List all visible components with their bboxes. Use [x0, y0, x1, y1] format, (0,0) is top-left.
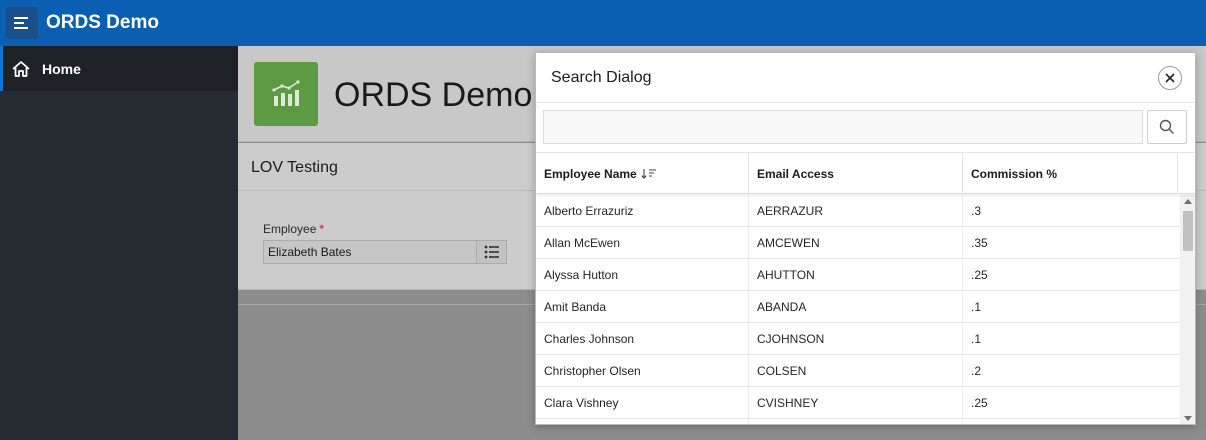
close-icon: [1165, 73, 1175, 83]
results-table-header: Employee Name Email Access Commission %: [536, 153, 1195, 194]
column-header-commission[interactable]: Commission %: [963, 153, 1178, 194]
dialog-header: Search Dialog: [536, 53, 1195, 103]
dialog-title: Search Dialog: [551, 68, 652, 86]
cell-employee-name: Christopher Olsen: [536, 355, 749, 387]
table-row[interactable]: Allan McEwen AMCEWEN .35: [536, 227, 1180, 259]
cell-commission: .3: [971, 204, 982, 218]
table-row[interactable]: Clara Vishney CVISHNEY .25: [536, 387, 1180, 419]
cell-email-access: CVISHNEY: [749, 387, 963, 419]
page-title: ORDS Demo: [334, 76, 533, 114]
scroll-up-arrow-icon[interactable]: [1184, 199, 1192, 204]
search-input[interactable]: [543, 110, 1143, 144]
cell-email-access: AERRAZUR: [749, 195, 963, 227]
sidebar-item-label: Home: [42, 60, 81, 77]
table-row[interactable]: [536, 419, 1180, 424]
column-header-label: Employee Name: [544, 166, 637, 181]
column-header-label: Commission %: [971, 166, 1058, 181]
column-header-spacer: [1178, 153, 1195, 194]
column-header-email-access[interactable]: Email Access: [749, 153, 963, 194]
cell-email-access: AMCEWEN: [749, 227, 963, 259]
cell-employee-name: [536, 419, 749, 424]
search-icon: [1159, 119, 1174, 134]
column-header-employee-name[interactable]: Employee Name: [536, 153, 749, 194]
table-row[interactable]: Christopher Olsen COLSEN .2: [536, 355, 1180, 387]
cell-commission: .25: [971, 396, 988, 410]
column-header-label: Email Access: [757, 166, 834, 181]
chart-icon: [254, 62, 318, 126]
sidebar-item-home[interactable]: Home: [0, 46, 238, 91]
cell-employee-name: Allan McEwen: [536, 227, 749, 259]
sidebar: Home: [0, 46, 238, 440]
cell-email-access: CJOHNSON: [749, 323, 963, 355]
menu-toggle-button[interactable]: [6, 7, 38, 39]
table-row[interactable]: Alyssa Hutton AHUTTON .25: [536, 259, 1180, 291]
search-row: [536, 103, 1195, 153]
table-row[interactable]: Alberto Errazuriz AERRAZUR .3: [536, 195, 1180, 227]
cell-email-access: [749, 419, 963, 424]
cell-email-access: COLSEN: [749, 355, 963, 387]
cell-employee-name: Alyssa Hutton: [536, 259, 749, 291]
cell-commission: .35: [971, 236, 988, 250]
region-title: LOV Testing: [251, 159, 338, 176]
home-icon: [11, 59, 31, 79]
dialog-close-button[interactable]: [1158, 66, 1182, 90]
employee-label-text: Employee: [263, 222, 317, 236]
cell-employee-name: Amit Banda: [536, 291, 749, 323]
app-title[interactable]: ORDS Demo: [46, 12, 159, 34]
table-row[interactable]: Amit Banda ABANDA .1: [536, 291, 1180, 323]
cell-employee-name: Clara Vishney: [536, 387, 749, 419]
results-table-body: Alberto Errazuriz AERRAZUR .3 Allan McEw…: [536, 195, 1180, 424]
employee-field-value[interactable]: Elizabeth Bates: [264, 245, 476, 259]
cell-email-access: AHUTTON: [749, 259, 963, 291]
search-button[interactable]: [1147, 110, 1187, 144]
cell-employee-name: Charles Johnson: [536, 323, 749, 355]
scroll-down-arrow-icon[interactable]: [1184, 416, 1192, 421]
top-header: ORDS Demo: [0, 0, 1206, 46]
results-scrollbar[interactable]: [1180, 195, 1195, 424]
search-dialog: Search Dialog Employee Name Email Access…: [535, 52, 1196, 425]
cell-employee-name: Alberto Errazuriz: [536, 195, 749, 227]
required-marker: *: [319, 222, 325, 236]
scrollbar-thumb[interactable]: [1183, 211, 1193, 251]
employee-popup-lov[interactable]: Elizabeth Bates: [263, 240, 507, 264]
cell-email-access: ABANDA: [749, 291, 963, 323]
cell-commission: .2: [971, 364, 982, 378]
sort-descending-icon: [641, 168, 657, 180]
employee-label: Employee *: [263, 222, 324, 236]
lov-open-button[interactable]: [476, 241, 506, 263]
list-icon: [484, 245, 499, 259]
cell-commission: .25: [971, 268, 988, 282]
hamburger-menu-icon: [14, 17, 28, 29]
cell-commission: [963, 419, 1178, 424]
cell-commission: .1: [971, 332, 982, 346]
cell-commission: .1: [971, 300, 982, 314]
table-row[interactable]: Charles Johnson CJOHNSON .1: [536, 323, 1180, 355]
